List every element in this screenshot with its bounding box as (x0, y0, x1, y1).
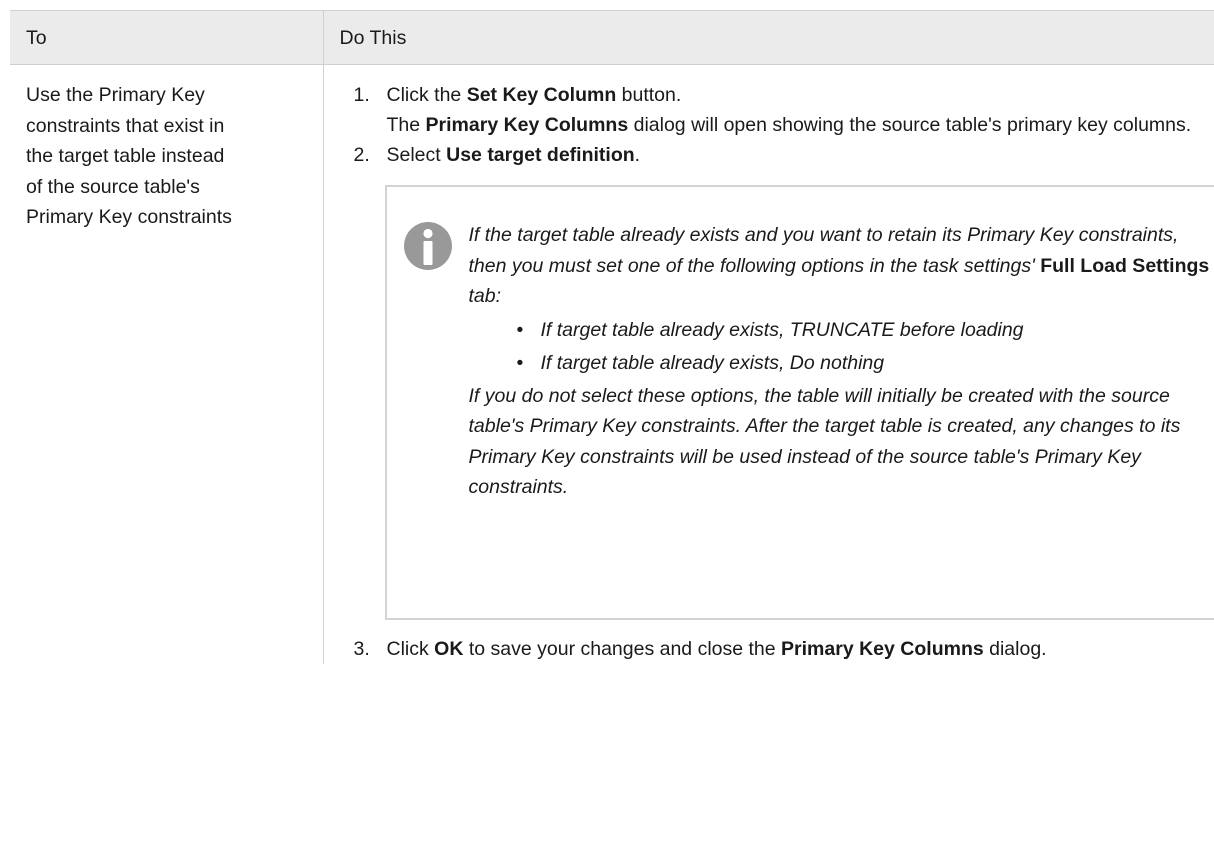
option-text: If target table already exists, Do nothi… (540, 352, 885, 374)
column-header-do-this: Do This (323, 10, 1214, 65)
note-intro: If the target table already exists and y… (469, 220, 1214, 312)
goal-line: of the source table's (26, 175, 200, 198)
step-text: The (386, 114, 426, 136)
primary-key-columns-label: Primary Key Columns (781, 638, 984, 660)
list-item: • If target table already exists, TRUNCAT… (469, 315, 1214, 346)
primary-key-columns-label: Primary Key Columns (425, 114, 629, 136)
note-outro: If you do not select these options, the … (468, 384, 1181, 499)
full-load-settings-label: Full Load Settings (1040, 254, 1210, 277)
step-text: dialog will open showing the source tabl… (628, 114, 1192, 136)
column-header-to: To (10, 10, 324, 65)
note-options-list: • If target table already exists, TRUNCAT… (469, 315, 1214, 379)
list-item: • If target table already exists, Do noth… (469, 348, 1214, 379)
step-text: . (634, 144, 641, 166)
step-text: Select (386, 144, 447, 166)
step-2-instruction: Select Use target definition. (387, 140, 1214, 170)
bullet-icon: • (516, 352, 524, 374)
procedure-table: To Do This Use the Primary Key constrain… (10, 10, 1214, 664)
table-row: Use the Primary Key constraints that exi… (10, 64, 1214, 665)
step-text: to save your changes and close the (463, 638, 782, 660)
step-number: 2. (353, 144, 370, 166)
step-1-instruction: Click the Set Key Column button. (387, 80, 1214, 110)
goal-line: Use the Primary Key (26, 84, 205, 106)
table-header-row: To Do This (10, 10, 1214, 65)
steps-list: 1. Click the Set Key Column button. The … (324, 80, 1214, 664)
step-text: button. (616, 84, 682, 106)
goal-line: the target table instead (26, 145, 225, 167)
step-1-result: The Primary Key Columns dialog will open… (387, 110, 1214, 140)
step-text: Click the (386, 84, 467, 106)
goal-line: Primary Key constraints (26, 206, 232, 228)
info-icon (403, 222, 452, 270)
set-key-column-label: Set Key Column (466, 84, 617, 106)
ok-label: OK (434, 638, 464, 660)
goal-cell: Use the Primary Key constraints that exi… (10, 64, 324, 664)
note-text: tab: (468, 285, 502, 307)
step-text: Click (386, 638, 435, 660)
goal-line: constraints that exist in (26, 114, 225, 137)
note-box: If the target table already exists and y… (384, 185, 1214, 620)
step-2: 2. Select Use target definition. If the … (324, 140, 1214, 620)
step-number: 3. (353, 638, 370, 660)
use-target-definition-label: Use target definition (446, 144, 635, 166)
step-1: 1. Click the Set Key Column button. The … (324, 80, 1214, 140)
bullet-icon: • (516, 318, 524, 341)
note-body: If the target table already exists and y… (469, 220, 1214, 503)
step-3: 3. Click OK to save your changes and clo… (324, 634, 1214, 664)
step-3-instruction: Click OK to save your changes and close … (387, 634, 1214, 664)
step-text: dialog. (983, 638, 1047, 660)
step-number: 1. (353, 84, 370, 106)
option-text: If target table already exists, TRUNCATE… (540, 318, 1024, 341)
steps-cell: 1. Click the Set Key Column button. The … (323, 65, 1214, 665)
